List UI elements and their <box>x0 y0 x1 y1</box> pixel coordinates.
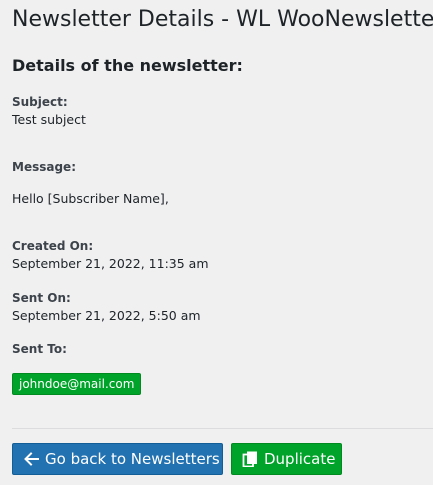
created-on-label: Created On: <box>12 239 94 253</box>
go-back-label: Go back to Newsletters <box>45 450 220 468</box>
sent-on-label: Sent On: <box>12 291 71 305</box>
duplicate-label: Duplicate <box>264 450 336 468</box>
newsletter-details-page: Newsletter Details - WL WooNewsletter De… <box>0 0 433 485</box>
created-on-value: September 21, 2022, 11:35 am <box>12 256 209 271</box>
recipient-email-badge: johndoe@mail.com <box>12 373 142 395</box>
divider <box>12 428 433 429</box>
subject-value: Test subject <box>12 112 86 127</box>
sent-on-value: September 21, 2022, 5:50 am <box>12 308 201 323</box>
message-value: Hello [Subscriber Name], <box>12 191 169 206</box>
arrow-left-icon <box>22 450 40 468</box>
details-heading: Details of the newsletter: <box>12 56 243 75</box>
subject-label: Subject: <box>12 95 68 109</box>
duplicate-button[interactable]: Duplicate <box>231 443 342 475</box>
page-title: Newsletter Details - WL WooNewsletter <box>12 7 433 32</box>
go-back-button[interactable]: Go back to Newsletters <box>12 443 223 475</box>
sent-to-label: Sent To: <box>12 342 67 356</box>
copy-icon <box>241 450 259 468</box>
message-label: Message: <box>12 160 76 174</box>
